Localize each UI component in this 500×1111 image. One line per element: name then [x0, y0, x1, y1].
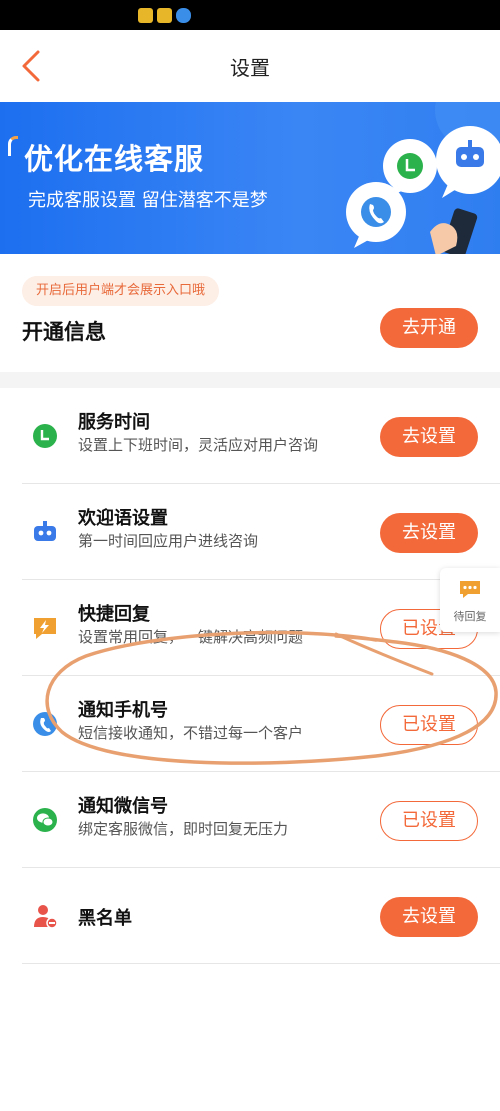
status-bar	[0, 0, 500, 30]
blocked-user-icon	[34, 905, 58, 929]
list-item-blacklist[interactable]: 黑名单 去设置	[0, 868, 500, 964]
set-button[interactable]: 去设置	[380, 513, 478, 553]
notification-icon	[138, 8, 153, 23]
list-item-service-hours[interactable]: 服务时间 设置上下班时间，灵活应对用户咨询 去设置	[0, 388, 500, 484]
section-title: 开通信息	[22, 320, 106, 344]
robot-icon	[34, 521, 56, 541]
set-button[interactable]: 去设置	[380, 897, 478, 937]
nav-bar: 设置	[0, 30, 500, 102]
item-title: 服务时间	[78, 412, 150, 433]
notice-pill: 开启后用户端才会展示入口哦	[22, 276, 220, 306]
notification-icon	[157, 8, 172, 23]
phone-icon	[33, 712, 57, 736]
activate-button[interactable]: 去开通	[380, 308, 478, 348]
clock-icon	[33, 424, 57, 448]
item-title: 通知微信号	[78, 796, 168, 817]
pending-reply-button[interactable]: 待回复	[440, 568, 500, 632]
customer-service-illustration-icon	[346, 102, 500, 254]
page-title: 设置	[230, 56, 270, 80]
banner-title: 优化在线客服	[24, 142, 205, 176]
pending-reply-label: 待回复	[453, 610, 487, 623]
item-description: 设置常用回复，一键解决高频问题	[78, 628, 304, 646]
item-title: 欢迎语设置	[78, 508, 168, 529]
decor-icon	[8, 136, 18, 156]
list-item-welcome-message[interactable]: 欢迎语设置 第一时间回应用户进线咨询 去设置	[0, 484, 500, 580]
configured-button[interactable]: 已设置	[380, 801, 478, 841]
lightning-icon	[34, 618, 56, 639]
item-title: 黑名单	[78, 908, 132, 929]
set-button[interactable]: 去设置	[380, 417, 478, 457]
shield-icon	[176, 8, 191, 23]
wechat-icon	[33, 808, 57, 832]
section-divider	[0, 372, 500, 388]
list-item-notify-phone[interactable]: 通知手机号 短信接收通知，不错过每一个客户 已设置	[0, 676, 500, 772]
list-item-quick-reply[interactable]: 快捷回复 设置常用回复，一键解决高频问题 已设置	[0, 580, 500, 676]
configured-button[interactable]: 已设置	[380, 705, 478, 745]
chat-bubble-icon	[460, 581, 480, 598]
item-description: 设置上下班时间，灵活应对用户咨询	[78, 436, 319, 454]
item-title: 通知手机号	[78, 700, 168, 721]
item-title: 快捷回复	[78, 604, 150, 625]
divider	[22, 963, 500, 964]
promo-banner: 优化在线客服 完成客服设置 留住潜客不是梦	[0, 102, 500, 254]
list-item-notify-wechat[interactable]: 通知微信号 绑定客服微信，即时回复无压力 已设置	[0, 772, 500, 868]
item-description: 短信接收通知，不错过每一个客户	[78, 724, 304, 742]
item-description: 第一时间回应用户进线咨询	[78, 532, 259, 550]
activation-section: 开启后用户端才会展示入口哦 开通信息 去开通	[0, 254, 500, 372]
banner-subtitle: 完成客服设置 留住潜客不是梦	[28, 190, 268, 211]
item-description: 绑定客服微信，即时回复无压力	[78, 820, 289, 838]
